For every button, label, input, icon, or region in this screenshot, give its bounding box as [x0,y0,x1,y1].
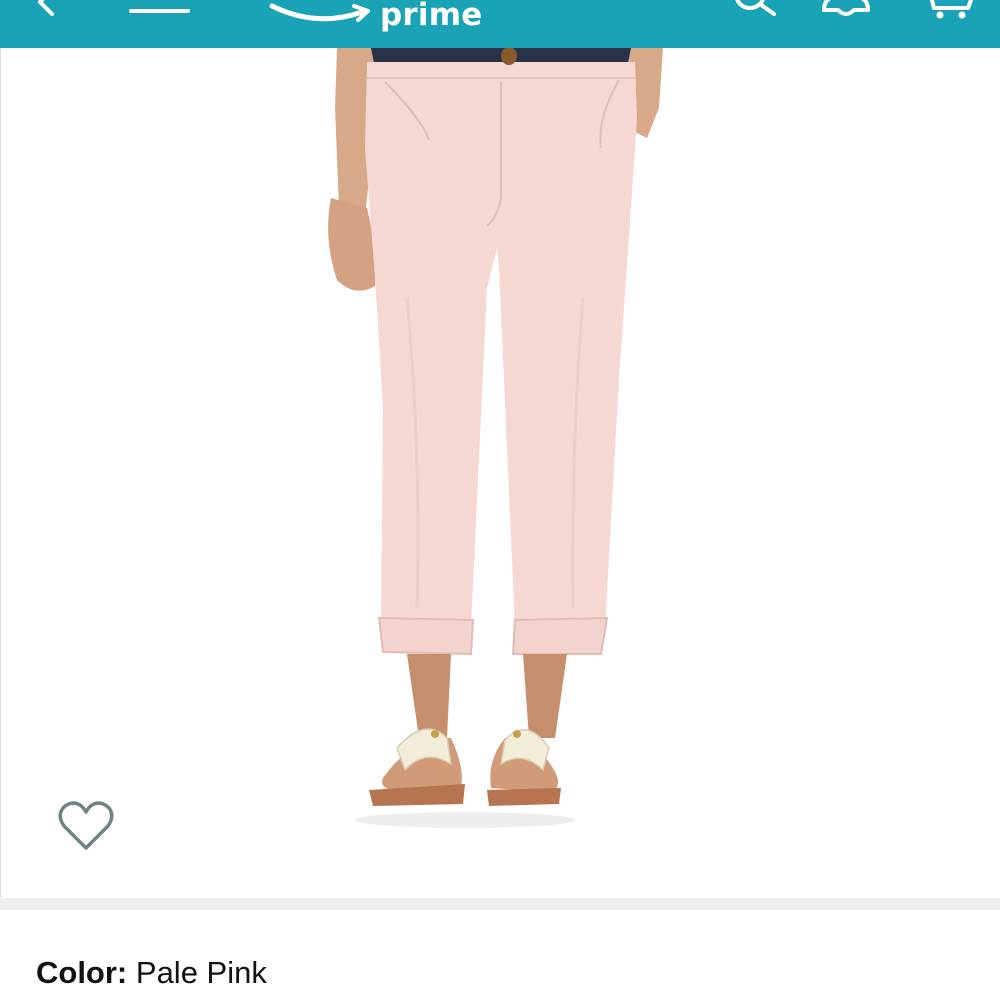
heart-outline-icon[interactable] [57,800,115,854]
menu-icon[interactable] [128,0,192,16]
section-divider [0,898,1000,910]
color-value: Pale Pink [135,955,267,990]
product-image-gallery[interactable] [0,48,1000,900]
color-selection: Color: Pale Pink [36,955,267,991]
amazon-smile-logo [269,3,370,22]
top-nav-bar: prime [0,0,1000,48]
color-label: Color: [36,955,128,990]
search-icon[interactable] [730,0,782,20]
account-icon[interactable] [818,0,874,20]
cart-icon[interactable] [920,0,980,20]
amazon-prime-logo[interactable]: prime [262,0,492,48]
back-arrow-icon[interactable] [28,0,68,18]
prime-logo-text: prime [380,0,483,33]
product-image[interactable] [301,48,701,838]
